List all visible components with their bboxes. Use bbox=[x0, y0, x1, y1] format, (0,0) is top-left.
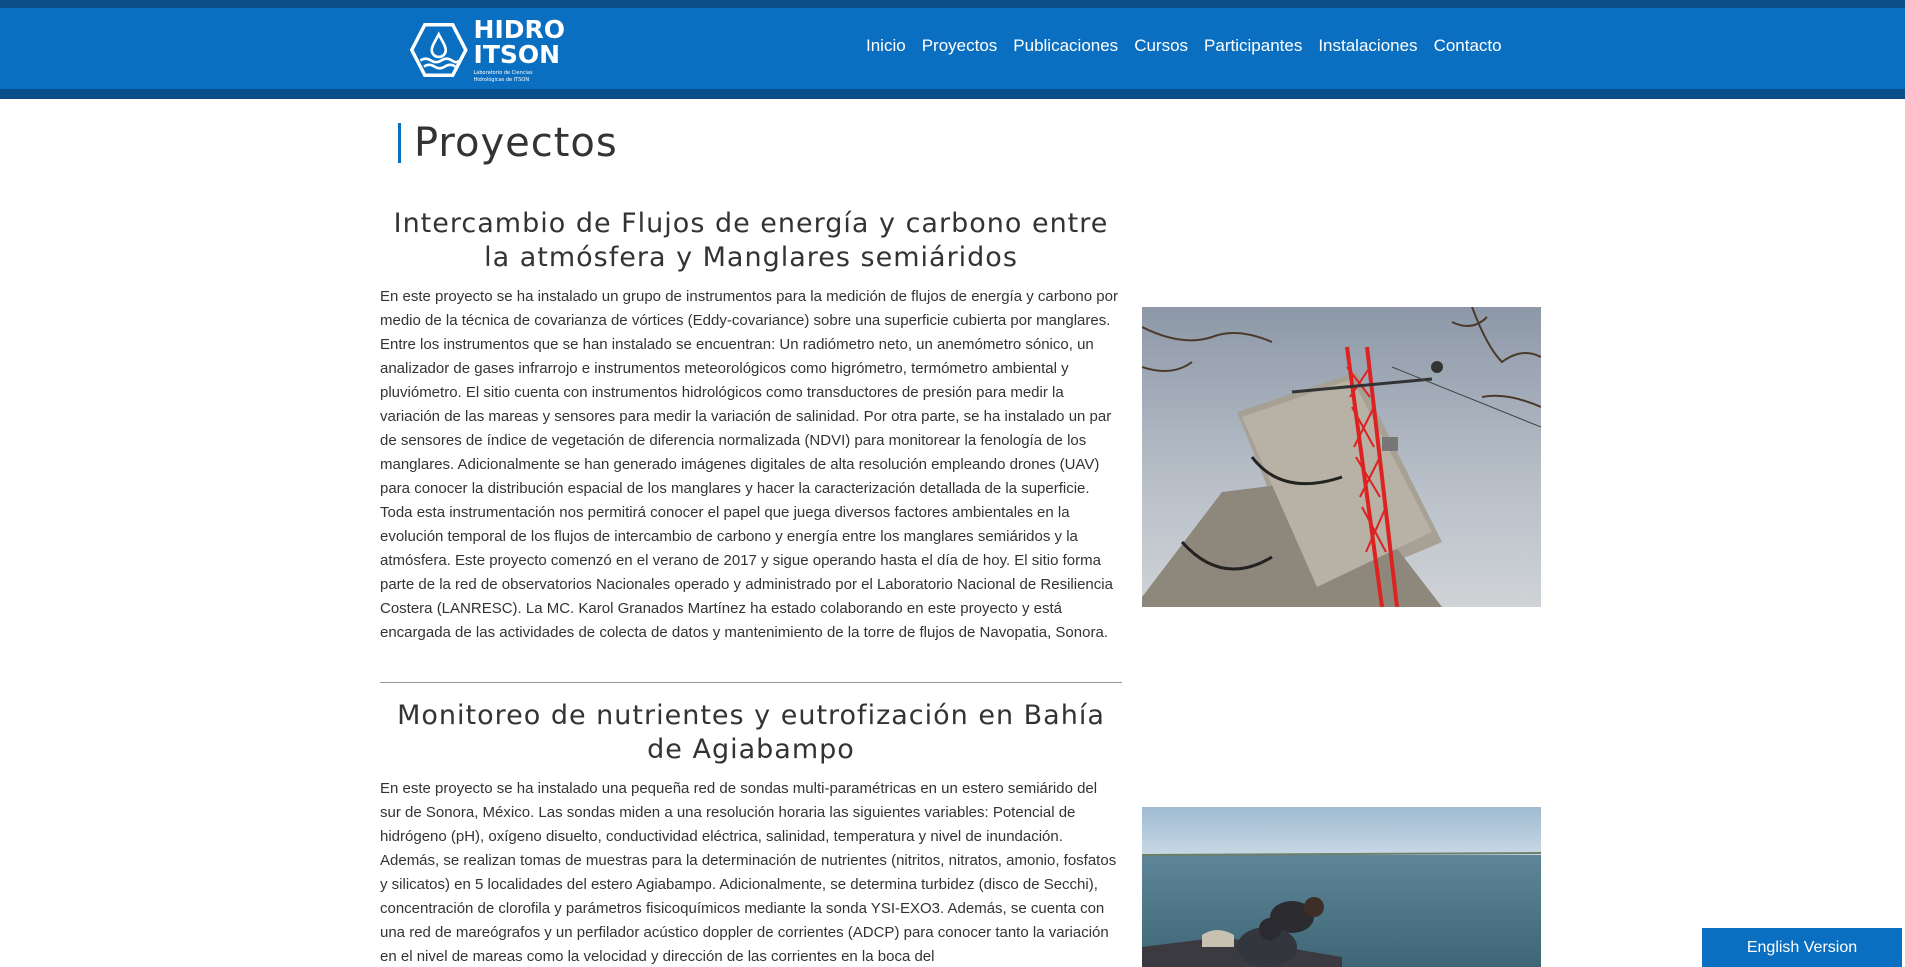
nav-contacto[interactable]: Contacto bbox=[1434, 36, 1502, 56]
project-section-1: Intercambio de Flujos de energía y carbo… bbox=[380, 207, 1122, 645]
water-drop-logo-icon bbox=[410, 22, 468, 78]
nav-participantes[interactable]: Participantes bbox=[1204, 36, 1302, 56]
page-title-block: Proyectos bbox=[398, 120, 618, 166]
site-logo[interactable]: HIDRO ITSON Laboratorio de Ciencias Hidr… bbox=[410, 17, 565, 83]
nav-publicaciones[interactable]: Publicaciones bbox=[1013, 36, 1118, 56]
bay-sampling-image bbox=[1142, 807, 1541, 967]
project-section-2: Monitoreo de nutrientes y eutrofización … bbox=[380, 699, 1122, 967]
project-photo-flux-tower bbox=[1142, 307, 1541, 607]
flux-tower-image bbox=[1142, 307, 1541, 607]
english-version-button[interactable]: English Version bbox=[1702, 928, 1902, 967]
project-description: En este proyecto se ha instalado una peq… bbox=[380, 780, 1117, 965]
logo-wordmark: HIDRO ITSON Laboratorio de Ciencias Hidr… bbox=[474, 17, 565, 83]
nav-proyectos[interactable]: Proyectos bbox=[922, 36, 998, 56]
section-divider bbox=[380, 682, 1122, 683]
nav-inicio[interactable]: Inicio bbox=[866, 36, 906, 56]
project-photo-bay-sampling bbox=[1142, 807, 1541, 967]
logo-line-2: ITSON bbox=[473, 40, 561, 70]
project-description: En este proyecto se ha instalado un grup… bbox=[380, 288, 1118, 641]
logo-line-1: HIDRO bbox=[473, 15, 565, 45]
nav-cursos[interactable]: Cursos bbox=[1134, 36, 1188, 56]
project-title: Monitoreo de nutrientes y eutrofización … bbox=[397, 700, 1105, 765]
title-accent-bar bbox=[398, 123, 401, 163]
header-top-strip bbox=[0, 0, 1905, 8]
logo-subtitle: Laboratorio de Ciencias Hidrológicas de … bbox=[473, 70, 533, 83]
nav-instalaciones[interactable]: Instalaciones bbox=[1318, 36, 1417, 56]
header-bottom-strip bbox=[0, 89, 1905, 99]
project-title: Intercambio de Flujos de energía y carbo… bbox=[393, 208, 1109, 273]
page-title: Proyectos bbox=[414, 120, 618, 166]
main-nav: Inicio Proyectos Publicaciones Cursos Pa… bbox=[866, 36, 1518, 56]
